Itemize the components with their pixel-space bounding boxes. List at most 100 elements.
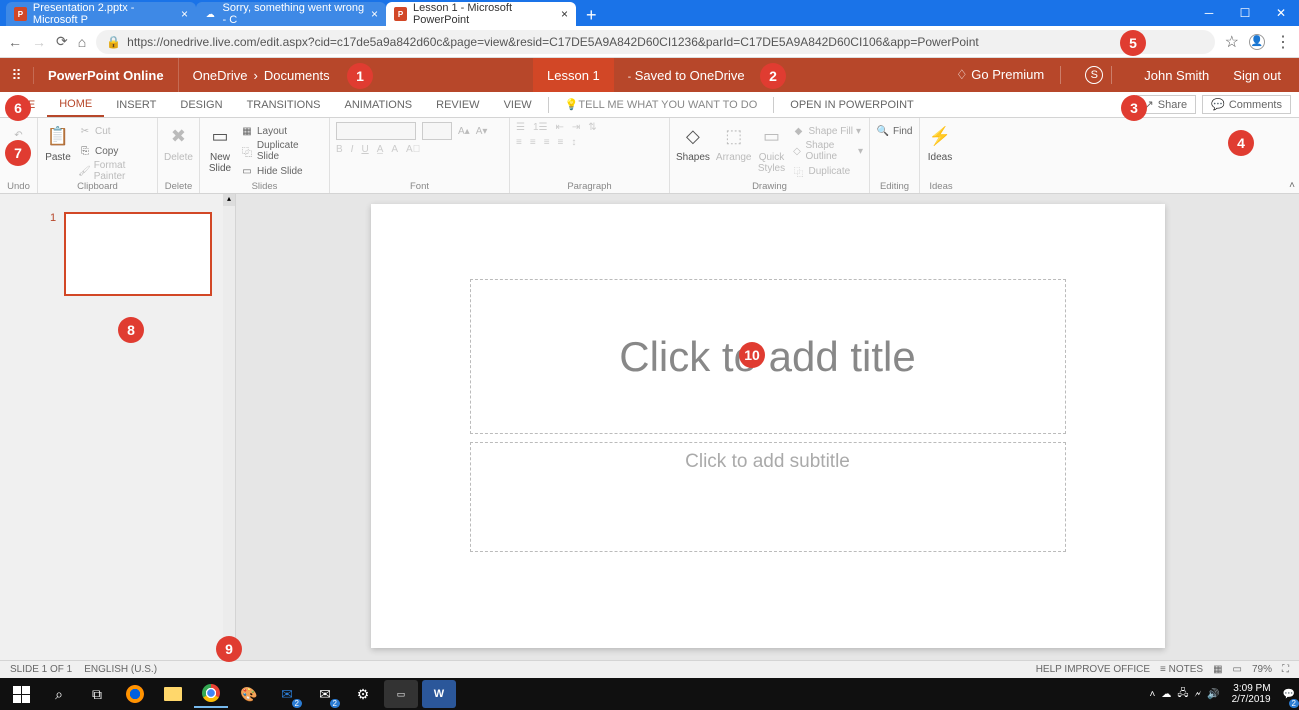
italic-icon[interactable]: I — [351, 144, 354, 155]
align-left-icon[interactable]: ≡ — [516, 137, 522, 148]
open-in-powerpoint[interactable]: OPEN IN POWERPOINT — [778, 92, 925, 117]
reload-button[interactable]: ⟳ — [56, 33, 68, 50]
breadcrumb-folder[interactable]: Documents — [264, 68, 330, 83]
close-tab-icon[interactable]: × — [371, 7, 378, 21]
settings-icon[interactable]: ⚙ — [346, 680, 380, 708]
network-tray-icon[interactable]: 🖧 — [1177, 686, 1188, 703]
tab-home[interactable]: HOME — [47, 92, 104, 117]
title-placeholder[interactable]: Click to add title — [470, 279, 1066, 434]
close-tab-icon[interactable]: × — [181, 7, 188, 21]
tab-file[interactable]: FILE — [0, 92, 47, 117]
font-color-icon[interactable]: A̲ — [377, 144, 384, 155]
window-minimize[interactable]: ─ — [1191, 0, 1227, 26]
window-maximize[interactable]: ☐ — [1227, 0, 1263, 26]
tell-me-search[interactable]: 💡 Tell me what you want to do — [553, 92, 770, 117]
url-input[interactable]: 🔒 https://onedrive.live.com/edit.aspx?ci… — [96, 30, 1214, 54]
outlook-icon[interactable]: ✉2 — [270, 680, 304, 708]
start-button[interactable] — [4, 680, 38, 708]
slide-counter[interactable]: SLIDE 1 OF 1 — [10, 664, 72, 675]
file-explorer-icon[interactable] — [156, 680, 190, 708]
tab-view[interactable]: VIEW — [492, 92, 544, 117]
forward-button[interactable]: → — [32, 34, 46, 50]
chrome-taskbar-icon[interactable] — [194, 680, 228, 708]
slideshow-view-icon[interactable]: ▭ — [1233, 664, 1242, 675]
shapes-button[interactable]: ◇Shapes — [676, 122, 710, 163]
subtitle-placeholder[interactable]: Click to add subtitle — [470, 442, 1066, 552]
text-direction-icon[interactable]: ⇅ — [588, 122, 596, 133]
shape-outline-button[interactable]: ◇Shape Outline ▾ — [792, 142, 864, 160]
notes-toggle[interactable]: ≡ NOTES — [1160, 664, 1203, 675]
tab-transitions[interactable]: TRANSITIONS — [235, 92, 333, 117]
bold-icon[interactable]: B — [336, 144, 343, 155]
new-slide-button[interactable]: ▭ New Slide — [206, 122, 234, 174]
paste-button[interactable]: 📋 Paste — [44, 122, 72, 163]
new-tab-button[interactable]: + — [576, 5, 607, 26]
numbering-icon[interactable]: 1☰ — [533, 122, 548, 133]
home-button[interactable]: ⌂ — [78, 34, 86, 50]
cortana-search-icon[interactable]: ⌕ — [42, 680, 76, 708]
slide-thumbnail-1[interactable] — [64, 212, 212, 296]
share-button[interactable]: ↗ Share — [1136, 95, 1197, 114]
bookmark-star-icon[interactable]: ☆ — [1225, 32, 1239, 52]
duplicate-slide-button[interactable]: ⿻Duplicate Slide — [240, 142, 323, 160]
system-clock[interactable]: 3:09 PM 2/7/2019 — [1226, 683, 1277, 705]
user-name[interactable]: John Smith — [1136, 68, 1217, 83]
task-view-icon[interactable]: ⧉ — [80, 680, 114, 708]
go-premium-button[interactable]: ♢ Go Premium — [948, 67, 1052, 83]
normal-view-icon[interactable]: ▦ — [1213, 664, 1222, 675]
hide-slide-button[interactable]: ▭Hide Slide — [240, 162, 323, 180]
font-family-input[interactable] — [336, 122, 416, 140]
browser-menu-icon[interactable]: ⋮ — [1275, 32, 1291, 52]
layout-button[interactable]: ▦Layout — [240, 122, 323, 140]
tab-animations[interactable]: ANIMATIONS — [333, 92, 425, 117]
help-improve-link[interactable]: HELP IMPROVE OFFICE — [1036, 664, 1150, 675]
tab-review[interactable]: REVIEW — [424, 92, 491, 117]
ideas-button[interactable]: ⚡Ideas — [926, 122, 954, 163]
thumbnail-scrollbar[interactable]: ▴ — [223, 194, 235, 660]
window-close[interactable]: ✕ — [1263, 0, 1299, 26]
underline-icon[interactable]: U — [361, 144, 368, 155]
shrink-font-icon[interactable]: A▾ — [476, 122, 488, 140]
indent-increase-icon[interactable]: ⇥ — [572, 122, 580, 133]
word-icon[interactable]: W — [422, 680, 456, 708]
skype-icon[interactable]: S — [1085, 66, 1103, 84]
mail-icon[interactable]: ✉2 — [308, 680, 342, 708]
browser-tab-2[interactable]: ☁ Sorry, something went wrong - C × — [196, 2, 386, 26]
volume-tray-icon[interactable]: 🔊 — [1207, 689, 1219, 700]
paint-icon[interactable]: 🎨 — [232, 680, 266, 708]
document-title[interactable]: Lesson 1 — [533, 58, 614, 92]
fit-to-window-icon[interactable]: ⛶ — [1282, 664, 1289, 675]
delete-button[interactable]: ✖ Delete — [164, 122, 193, 163]
grow-font-icon[interactable]: A▴ — [458, 122, 470, 140]
tab-insert[interactable]: INSERT — [104, 92, 168, 117]
onedrive-tray-icon[interactable]: ☁ — [1161, 689, 1171, 700]
font-size-input[interactable] — [422, 122, 452, 140]
action-center-icon[interactable]: 💬2 — [1283, 689, 1295, 700]
tab-design[interactable]: DESIGN — [168, 92, 234, 117]
quick-styles-button[interactable]: ▭Quick Styles — [758, 122, 786, 174]
close-tab-icon[interactable]: × — [561, 7, 568, 21]
profile-icon[interactable]: 👤 — [1249, 34, 1265, 50]
firefox-taskbar-icon[interactable] — [118, 680, 152, 708]
tray-chevron-icon[interactable]: ˄ — [1149, 689, 1155, 700]
calculator-icon[interactable]: ▭ — [384, 680, 418, 708]
find-button[interactable]: 🔍Find — [876, 122, 912, 140]
browser-tab-1[interactable]: P Presentation 2.pptx - Microsoft P × — [6, 2, 196, 26]
indent-decrease-icon[interactable]: ⇤ — [556, 122, 564, 133]
browser-tab-3[interactable]: P Lesson 1 - Microsoft PowerPoint × — [386, 2, 576, 26]
zoom-level[interactable]: 79% — [1252, 664, 1272, 675]
highlight-icon[interactable]: A — [391, 144, 398, 155]
arrange-button[interactable]: ⬚Arrange — [716, 122, 752, 163]
comments-button[interactable]: 💬 Comments — [1202, 95, 1291, 114]
justify-icon[interactable]: ≡ — [558, 137, 564, 148]
language-status[interactable]: ENGLISH (U.S.) — [84, 664, 157, 675]
line-spacing-icon[interactable]: ↕ — [571, 137, 576, 148]
clear-format-icon[interactable]: A⃠ — [406, 144, 420, 155]
sign-out-link[interactable]: Sign out — [1225, 68, 1289, 83]
redo-button[interactable]: ↷ — [14, 150, 22, 168]
copy-button[interactable]: ⎘Copy — [78, 142, 151, 160]
slide-canvas[interactable]: Click to add title Click to add subtitle — [236, 194, 1299, 660]
undo-button[interactable]: ↶ — [14, 126, 22, 144]
format-painter-button[interactable]: 🖌Format Painter — [78, 162, 151, 180]
cut-button[interactable]: ✂Cut — [78, 122, 151, 140]
